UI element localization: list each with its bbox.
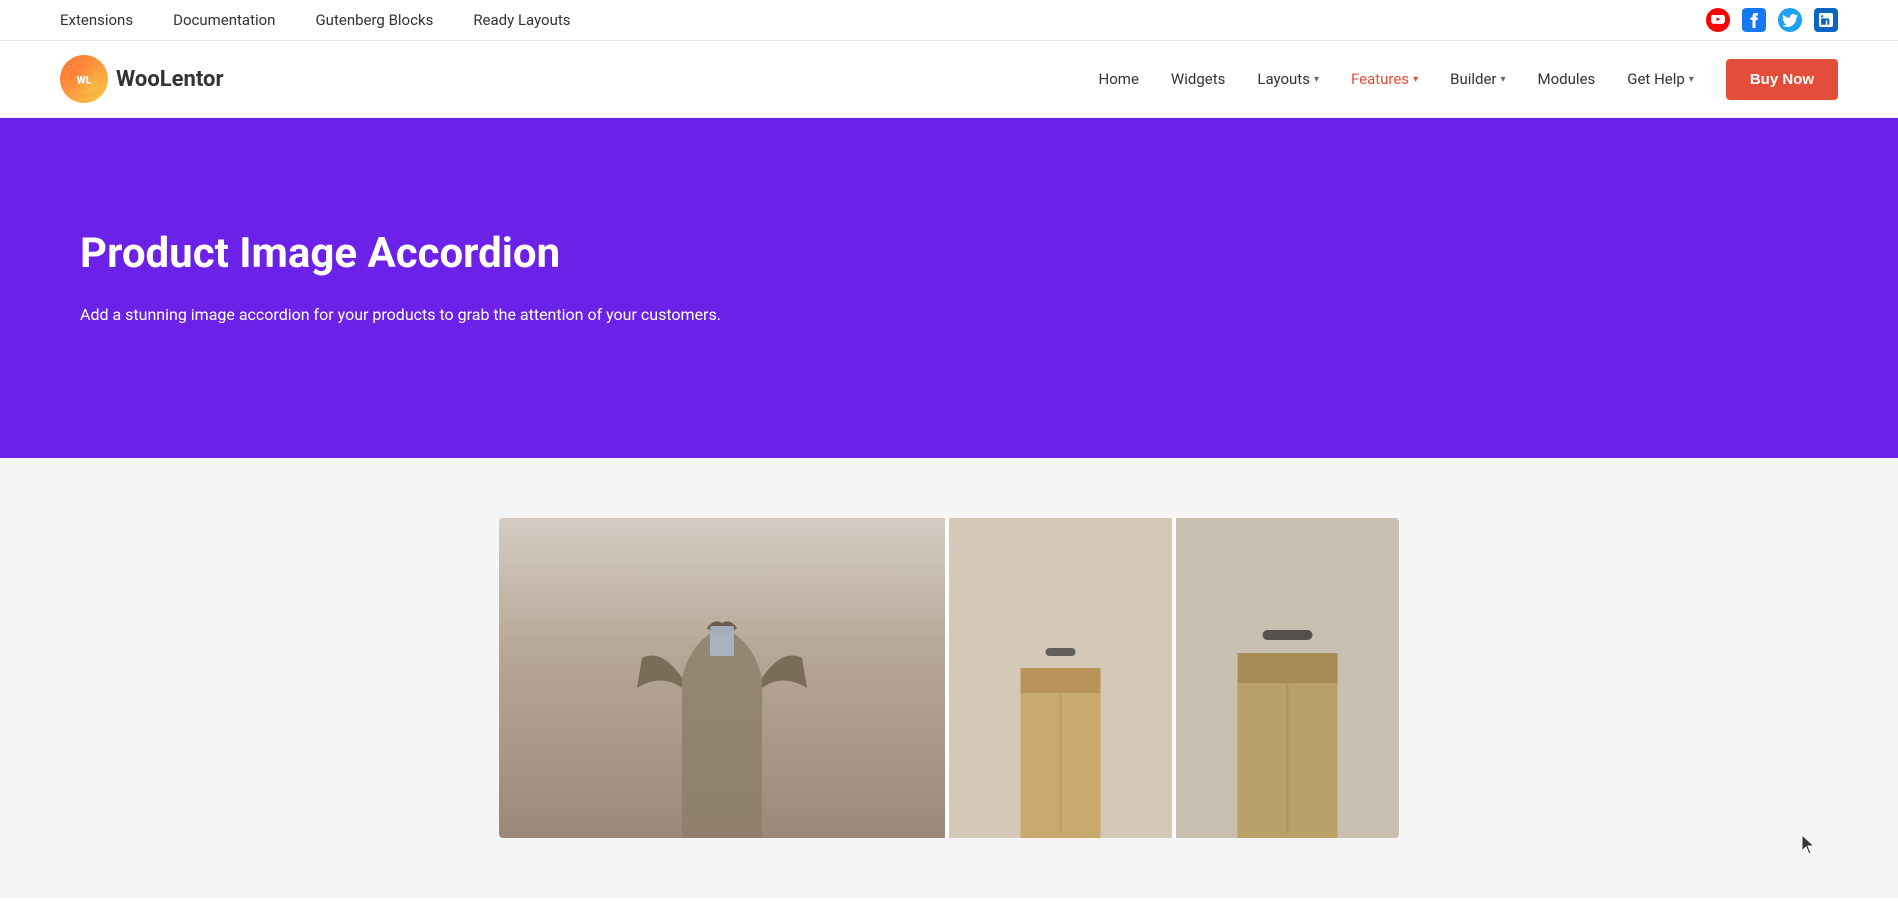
social-icons-group [1706, 8, 1838, 32]
topnav-item-gutenberg[interactable]: Gutenberg Blocks [315, 11, 433, 29]
svg-text:WL: WL [77, 73, 92, 86]
hero-section: Product Image Accordion Add a stunning i… [0, 118, 1898, 458]
features-chevron-icon: ▾ [1413, 74, 1418, 85]
nav-item-home[interactable]: Home [1099, 70, 1139, 88]
accordion-panel-2 [949, 518, 1172, 838]
get-help-chevron-icon: ▾ [1689, 74, 1694, 85]
topnav-item-documentation[interactable]: Documentation [173, 11, 275, 29]
content-section [0, 458, 1898, 898]
hero-title: Product Image Accordion [80, 229, 560, 278]
logo-text: WooLentor [116, 67, 224, 92]
facebook-icon[interactable] [1742, 8, 1766, 32]
layouts-chevron-icon: ▾ [1314, 74, 1319, 85]
nav-item-features[interactable]: Features ▾ [1351, 70, 1418, 88]
accordion-preview [499, 518, 1399, 838]
topnav-item-extensions[interactable]: Extensions [60, 11, 133, 29]
nav-item-layouts[interactable]: Layouts ▾ [1257, 70, 1319, 88]
nav-item-get-help[interactable]: Get Help ▾ [1627, 70, 1694, 88]
nav-item-builder[interactable]: Builder ▾ [1450, 70, 1505, 88]
accordion-panel-1 [499, 518, 945, 838]
main-navigation: WL WooLentor Home Widgets Layouts ▾ Feat… [0, 41, 1898, 118]
nav-item-modules[interactable]: Modules [1538, 70, 1596, 88]
logo[interactable]: WL WooLentor [60, 55, 224, 103]
top-bar: Extensions Documentation Gutenberg Block… [0, 0, 1898, 41]
accordion-panel-3 [1176, 518, 1399, 838]
main-nav-links: Home Widgets Layouts ▾ Features ▾ Builde… [1099, 59, 1838, 100]
twitter-icon[interactable] [1778, 8, 1802, 32]
hero-description: Add a stunning image accordion for your … [80, 302, 721, 328]
top-navigation: Extensions Documentation Gutenberg Block… [60, 11, 571, 29]
nav-item-widgets[interactable]: Widgets [1171, 70, 1225, 88]
logo-icon: WL [60, 55, 108, 103]
topnav-item-ready-layouts[interactable]: Ready Layouts [473, 11, 570, 29]
youtube-icon[interactable] [1706, 8, 1730, 32]
builder-chevron-icon: ▾ [1501, 74, 1506, 85]
linkedin-icon[interactable] [1814, 8, 1838, 32]
buy-now-button[interactable]: Buy Now [1726, 59, 1838, 100]
